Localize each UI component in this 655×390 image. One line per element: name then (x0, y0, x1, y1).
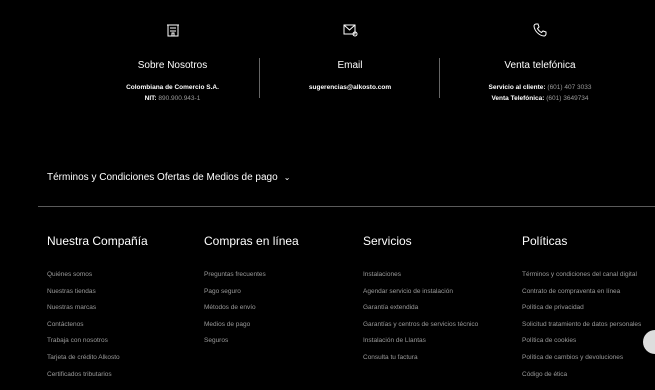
footer-link[interactable]: Términos y condiciones del canal digital (522, 270, 641, 287)
terms-dropdown[interactable]: Términos y Condiciones Ofertas de Medios… (47, 172, 290, 183)
fingerprint-badge-icon[interactable] (643, 330, 655, 354)
footer-link[interactable]: Certificados tributarios (47, 370, 120, 387)
email-address[interactable]: sugerencias@alkosto.com (262, 84, 438, 91)
footer-col-company: Nuestra Compañía Quiénes somos Nuestras … (47, 234, 148, 378)
company-name: Colombiana de Comercio S.A. (126, 84, 219, 91)
footer-link[interactable]: Nuestras tiendas (47, 287, 120, 304)
footer-link[interactable]: Política de cambios y devoluciones (522, 353, 641, 370)
footer-col-online: Compras en línea Preguntas frecuentes Pa… (204, 234, 299, 344)
nit-line: NIT: 890.900.943-1 (144, 95, 201, 102)
footer-heading: Compras en línea (204, 234, 299, 248)
contact-section: Sobre Nosotros Colombiana de Comercio S.… (0, 0, 655, 150)
footer-col-services: Servicios Instalaciones Agendar servicio… (363, 234, 478, 361)
footer-link[interactable]: Consulta tu factura (363, 353, 478, 370)
terms-label: Términos y Condiciones Ofertas de Medios… (47, 172, 278, 183)
divider (259, 58, 260, 98)
footer-link[interactable]: Código de ética (522, 370, 641, 387)
footer-link[interactable]: Solicitud tratamiento de datos personale… (522, 320, 641, 337)
footer-link[interactable]: Seguros (204, 336, 266, 353)
about-title: Sobre Nosotros (137, 60, 208, 71)
footer-link[interactable]: Garantía extendida (363, 303, 478, 320)
footer-link[interactable]: Preguntas frecuentes (204, 270, 266, 287)
footer-col-policies: Políticas Términos y condiciones del can… (522, 234, 641, 378)
mail-icon (343, 24, 358, 37)
phone-title: Venta telefónica (504, 60, 576, 71)
footer-link[interactable]: Pago seguro (204, 287, 266, 304)
footer-link[interactable]: Política de privacidad (522, 303, 641, 320)
service-line: Servicio al cliente: (601) 407 3033 (488, 84, 592, 91)
footer-link[interactable]: Política de cookies (522, 336, 641, 353)
sales-line: Venta Telefónica: (601) 3649734 (491, 95, 589, 102)
footer-link[interactable]: Tarjeta de crédito Alkosto (47, 353, 120, 370)
footer-link[interactable]: Métodos de envío (204, 303, 266, 320)
footer-link[interactable]: Garantías y centros de servicios técnico (363, 320, 478, 337)
footer-link[interactable]: Quiénes somos (47, 270, 120, 287)
building-icon (166, 24, 179, 37)
footer-link[interactable]: Nuestras marcas (47, 303, 120, 320)
footer-heading: Políticas (522, 234, 568, 248)
phone-icon (533, 23, 547, 37)
divider (38, 206, 655, 207)
footer-link[interactable]: Trabaja con nosotros (47, 336, 120, 353)
footer-link[interactable]: Instalaciones (363, 270, 478, 287)
footer-link[interactable]: Contáctenos (47, 320, 120, 337)
footer-link[interactable]: Medios de pago (204, 320, 266, 337)
footer-link[interactable]: Agendar servicio de instalación (363, 287, 478, 304)
footer-link[interactable]: Instalación de Llantas (363, 336, 478, 353)
footer-heading: Nuestra Compañía (47, 234, 148, 248)
footer-link[interactable]: Contrato de compraventa en línea (522, 287, 641, 304)
chevron-down-icon: ⌄ (283, 172, 291, 182)
footer-heading: Servicios (363, 234, 412, 248)
email-title: Email (337, 60, 363, 71)
